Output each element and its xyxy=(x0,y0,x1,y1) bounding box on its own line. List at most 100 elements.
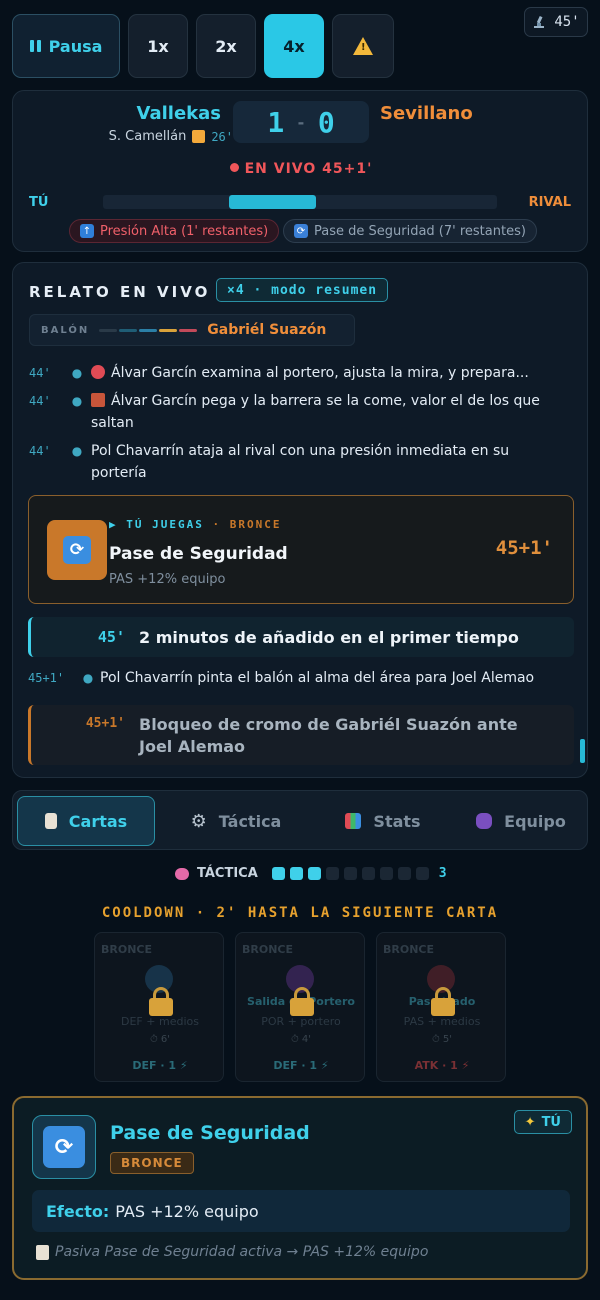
tab-label: Stats xyxy=(373,811,421,831)
goal-scorer: S. Camellán 26' xyxy=(109,129,233,144)
you-play-text: TÚ JUEGAS xyxy=(126,518,204,531)
card-cost: DEF · 1 ⚡ xyxy=(132,1059,188,1072)
event-text: 2 minutos de añadido en el primer tiempo xyxy=(139,627,519,647)
event-text: Pol Chavarrín pinta el balón al alma del… xyxy=(100,670,535,686)
ball-trail xyxy=(99,328,198,332)
card-cooldown: ⏱ 4' xyxy=(290,1034,312,1045)
commentary-event: 44' ● Pol Chavarrín ataja al rival con u… xyxy=(29,440,569,484)
tactic-pip xyxy=(361,867,375,880)
scrollbar[interactable] xyxy=(580,739,585,763)
card-cooldown: ⏱ 6' xyxy=(149,1034,171,1045)
lock-icon xyxy=(290,987,314,1017)
away-score: 0 xyxy=(317,105,335,139)
score-display: 1 - 0 xyxy=(233,101,369,143)
yellow-card-icon xyxy=(192,130,206,143)
event-text: Álvar Garcín pega y la barrera se la com… xyxy=(91,393,540,431)
event-time: 44' xyxy=(29,394,51,408)
tactic-pip xyxy=(343,867,357,880)
ball-label: BALÓN xyxy=(41,324,90,336)
owner-badge: ✦ TÚ xyxy=(513,1110,572,1134)
match-clock: 45' xyxy=(524,7,588,37)
away-team-name: Sevillano xyxy=(380,103,473,124)
cooldown-banner: COOLDOWN · 2' HASTA LA SIGUIENTE CARTA xyxy=(101,905,499,921)
speed-1x-button[interactable]: 1x xyxy=(128,14,188,78)
microscope-icon xyxy=(534,15,545,28)
tab-label: Equipo xyxy=(504,811,566,831)
speed-2x-button[interactable]: 2x xyxy=(196,14,256,78)
team-icon xyxy=(476,813,493,829)
tactic-value: 3 xyxy=(438,866,447,881)
tab-tactica[interactable]: ⚙ Táctica xyxy=(173,796,299,846)
live-commentary[interactable]: RELATO EN VIVO ×4 · modo resumen BALÓN G… xyxy=(12,262,588,778)
commentary-title: RELATO EN VIVO xyxy=(29,283,211,301)
lock-icon xyxy=(431,987,455,1017)
possession-bar xyxy=(103,195,497,209)
pause-icon xyxy=(29,40,41,52)
event-text: Álvar Garcín examina al portero, ajusta … xyxy=(111,365,529,381)
arrow-up-icon: ↑ xyxy=(80,224,94,238)
brick-wall-icon xyxy=(91,393,105,407)
sparkle-icon: ✦ xyxy=(524,1114,536,1130)
ball-holder-name: Gabriél Suazón xyxy=(207,322,327,338)
event-time: 44' xyxy=(29,444,51,458)
pass-effect-pill: ⟳ Pase de Seguridad (7' restantes) xyxy=(283,219,537,243)
card-name: Pase de Seguridad xyxy=(109,544,288,564)
event-time: 45+1' xyxy=(28,671,65,685)
passive-note-text: Pasiva Pase de Seguridad activa → PAS +1… xyxy=(55,1244,429,1260)
added-time-event: 45' 2 minutos de añadido en el primer ti… xyxy=(28,617,574,657)
cards-icon xyxy=(44,813,57,829)
tab-equipo[interactable]: Equipo xyxy=(459,796,583,846)
card-tier: BRONCE xyxy=(101,943,152,956)
locked-card: BRONCE DEF + medios ⏱ 6' DEF · 1 ⚡ xyxy=(94,932,224,1082)
tactic-meter: TÁCTICA 3 xyxy=(175,866,447,881)
card-minute: 45+1' xyxy=(495,537,553,559)
mode-chip: ×4 · modo resumen xyxy=(216,278,389,302)
event-time: 45+1' xyxy=(85,716,125,731)
effect-box: Efecto: PAS +12% equipo xyxy=(32,1190,570,1232)
card-cost: ATK · 1 ⚡ xyxy=(414,1059,470,1072)
locked-card: BRONCE Salida de Portero POR + portero ⏱… xyxy=(235,932,365,1082)
effect-value: PAS +12% equipo xyxy=(115,1201,259,1221)
live-text: EN VIVO 45+1' xyxy=(244,161,373,177)
chart-icon xyxy=(345,813,362,829)
selected-card-name: Pase de Seguridad xyxy=(110,1122,310,1144)
bullet-icon: ● xyxy=(71,394,83,408)
warning-icon: ! xyxy=(353,37,373,55)
tactic-pip xyxy=(289,867,303,880)
possession-fill xyxy=(229,195,316,209)
pressure-effect-pill: ↑ Presión Alta (1' restantes) xyxy=(69,219,280,243)
tactic-pip xyxy=(397,867,411,880)
tactic-pip xyxy=(415,867,429,880)
tab-label: Táctica xyxy=(218,811,282,831)
lock-icon xyxy=(149,987,173,1017)
card-played-event: ⟳ ▶ TÚ JUEGAS · BRONCE Pase de Seguridad… xyxy=(28,495,574,604)
tab-stats[interactable]: Stats xyxy=(323,796,443,846)
card-tier: BRONCE xyxy=(383,943,434,956)
score-separator: - xyxy=(296,112,306,132)
selected-card-panel[interactable]: ⟳ Pase de Seguridad BRONCE ✦ TÚ Efecto: PA… xyxy=(12,1096,588,1280)
passive-note: Pasiva Pase de Seguridad activa → PAS +1… xyxy=(36,1244,428,1260)
clock-value: 45' xyxy=(554,14,580,30)
speed-4x-button[interactable]: 4x xyxy=(264,14,324,78)
ball-holder-row: BALÓN Gabriél Suazón xyxy=(29,314,355,346)
tab-cartas[interactable]: Cartas xyxy=(17,796,155,846)
pause-label: Pausa xyxy=(48,36,103,56)
event-time: 45' xyxy=(97,628,125,646)
live-dot-icon xyxy=(229,163,239,172)
selected-card-tier: BRONCE xyxy=(110,1152,194,1174)
card-effect: PAS +12% equipo xyxy=(109,572,226,587)
tactic-pips xyxy=(271,867,429,880)
card-tier: BRONCE xyxy=(242,943,293,956)
you-label: TÚ xyxy=(29,195,49,210)
tab-label: Cartas xyxy=(68,811,128,831)
live-indicator: EN VIVO 45+1' xyxy=(13,161,589,177)
cycle-icon: ⟳ xyxy=(43,1126,85,1168)
bullet-icon: ● xyxy=(82,671,94,685)
pause-button[interactable]: Pausa xyxy=(12,14,120,78)
pass-pill-text: Pase de Seguridad (7' restantes) xyxy=(314,223,526,239)
tactic-pip xyxy=(379,867,393,880)
warning-button[interactable]: ! xyxy=(332,14,394,78)
scorer-name: S. Camellán xyxy=(108,129,187,144)
scorer-minute: 26' xyxy=(211,129,233,144)
tactic-pip xyxy=(307,867,321,880)
